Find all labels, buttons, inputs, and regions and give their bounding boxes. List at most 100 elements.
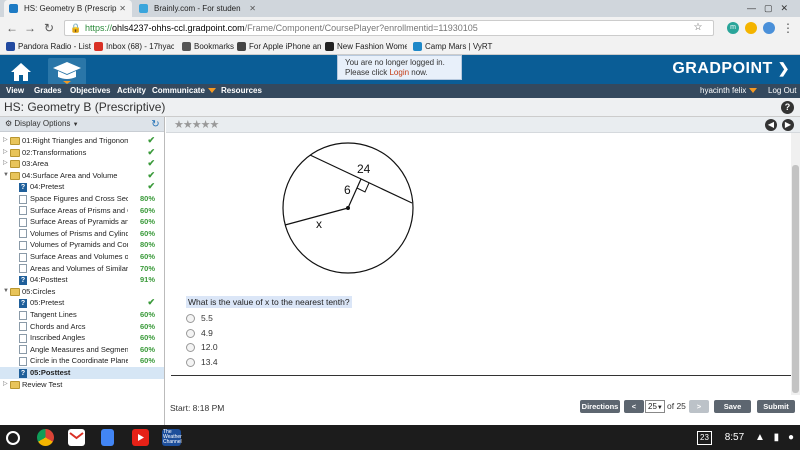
system-tray[interactable]: 23 8:57 ▲ ▮ ●: [697, 425, 794, 450]
directions-button[interactable]: Directions: [580, 400, 620, 413]
radio-button[interactable]: [186, 343, 195, 353]
question-text: What is the value of x to the nearest te…: [186, 296, 352, 308]
back-icon[interactable]: ←: [4, 20, 20, 36]
outline-lesson[interactable]: Surface Areas and Volumes of Spheres 60%: [0, 251, 164, 263]
home-icon[interactable]: [7, 60, 35, 84]
dropdown-arrow-icon: [207, 88, 216, 94]
answer-choice[interactable]: 5.5: [186, 312, 213, 324]
outline-lesson[interactable]: Space Figures and Cross Sections 80%: [0, 193, 164, 205]
score-badge: 60%: [139, 205, 155, 215]
outline-lesson[interactable]: Areas and Volumes of Similar Solids 70%: [0, 263, 164, 275]
outline-lesson[interactable]: Inscribed Angles 60%: [0, 332, 164, 344]
notification-badge[interactable]: 23: [697, 431, 712, 445]
close-tab-icon[interactable]: ✕: [249, 0, 256, 17]
chrome-icon[interactable]: [37, 429, 54, 446]
course-title: HS: Geometry B (Prescriptive): [4, 100, 166, 114]
menu-activity[interactable]: Activity: [117, 84, 146, 98]
bookmark-label: Inbox (68) - 17hyacin: [106, 42, 174, 51]
bookmark-fashion[interactable]: New Fashion Women: [325, 39, 407, 54]
menu-communicate[interactable]: Communicate: [152, 84, 216, 98]
answer-choice[interactable]: 13.4: [186, 356, 218, 368]
extension-m-icon[interactable]: m: [727, 22, 739, 34]
browser-tab-gradpoint[interactable]: HS: Geometry B (Prescrip ✕: [4, 0, 132, 17]
radio-button[interactable]: [186, 357, 195, 367]
submit-button[interactable]: Submit: [757, 400, 795, 413]
menu-view[interactable]: View: [6, 84, 24, 98]
login-link[interactable]: Login: [389, 68, 409, 77]
outline-unit[interactable]: ▼ 05:Circles: [0, 286, 164, 298]
url-input[interactable]: 🔒 https://ohls4237-ohhs-ccl.gradpoint.com…: [64, 20, 714, 36]
outline-lesson[interactable]: Circle in the Coordinate Plane 60%: [0, 355, 164, 367]
expand-arrow-icon[interactable]: ▷: [3, 158, 8, 170]
docs-icon[interactable]: [101, 429, 114, 446]
refresh-icon[interactable]: ↻: [150, 119, 161, 130]
content-scrollbar[interactable]: [791, 133, 800, 395]
extension-icon[interactable]: [745, 22, 757, 34]
star-bookmark-icon[interactable]: ☆: [690, 20, 706, 36]
outline-label: Inscribed Angles: [30, 333, 86, 343]
menu-dots-icon[interactable]: ⋮: [780, 20, 796, 36]
close-tab-icon[interactable]: ✕: [119, 0, 126, 17]
expand-arrow-icon[interactable]: ▷: [3, 147, 8, 159]
expand-arrow-icon[interactable]: ▷: [3, 135, 8, 147]
display-options-button[interactable]: ⚙ Display Options ▼: [5, 119, 79, 128]
save-button[interactable]: Save: [714, 400, 751, 413]
outline-unit[interactable]: ▼ 04:Surface Area and Volume ✔: [0, 170, 164, 182]
menu-grades[interactable]: Grades: [34, 84, 62, 98]
outline-toolbar: ⚙ Display Options ▼ ↻: [0, 117, 164, 132]
outline-unit[interactable]: ▷ Review Test: [0, 379, 164, 391]
weather-channel-icon[interactable]: The Weather Channel: [162, 429, 182, 446]
help-icon[interactable]: ?: [781, 101, 794, 114]
clock[interactable]: 8:57: [725, 432, 744, 443]
outline-lesson[interactable]: Volumes of Pyramids and Cones 80%: [0, 239, 164, 251]
bookmark-apple[interactable]: For Apple iPhone and: [237, 39, 321, 54]
reload-icon[interactable]: ↻: [41, 20, 57, 36]
outline-lesson[interactable]: Tangent Lines 60%: [0, 309, 164, 321]
outline-unit[interactable]: ▷ 02:Transformations ✔: [0, 147, 164, 159]
launcher-icon[interactable]: [6, 431, 20, 445]
outline-lesson[interactable]: Chords and Arcs 60%: [0, 321, 164, 333]
extension-icon[interactable]: [763, 22, 775, 34]
outline-lesson[interactable]: ? 04:Pretest ✔: [0, 181, 164, 193]
gmail-icon[interactable]: [68, 429, 85, 446]
scrollbar-thumb[interactable]: [792, 165, 799, 393]
bookmark-pandora[interactable]: Pandora Radio - Liste: [6, 39, 91, 54]
score-badge: 60%: [139, 252, 155, 261]
radio-button[interactable]: [186, 328, 195, 338]
youtube-icon[interactable]: [132, 429, 149, 446]
outline-lesson[interactable]: Volumes of Prisms and Cylinders 60%: [0, 228, 164, 240]
previous-page-button[interactable]: <: [624, 400, 644, 413]
outline-lesson[interactable]: Surface Areas of Prisms and Cylinders 60%: [0, 205, 164, 217]
answer-choice[interactable]: 12.0: [186, 341, 218, 353]
menu-resources[interactable]: Resources: [221, 84, 262, 98]
battery-icon: ▮: [773, 432, 780, 443]
outline-lesson[interactable]: ? 05:Pretest ✔: [0, 297, 164, 309]
bookmark-inbox[interactable]: Inbox (68) - 17hyacin: [94, 39, 174, 54]
outline-lesson[interactable]: Surface Areas of Pyramids and Cones 60%: [0, 216, 164, 228]
courses-button[interactable]: [48, 58, 86, 84]
bookmark-folder-bookmarks[interactable]: Bookmarks: [182, 39, 242, 54]
logout-link[interactable]: Log Out: [768, 84, 796, 98]
answer-choice[interactable]: 4.9: [186, 327, 213, 339]
outline-unit[interactable]: ▷ 03:Area ✔: [0, 158, 164, 170]
forward-icon[interactable]: →: [22, 20, 38, 36]
radio-button[interactable]: [186, 314, 195, 324]
expand-arrow-icon[interactable]: ▼: [3, 170, 9, 182]
outline-lesson[interactable]: ? 04:Posttest 91%: [0, 274, 164, 286]
outline-unit[interactable]: ▷ 01:Right Triangles and Trigonometry ✔: [0, 135, 164, 147]
page-select[interactable]: 25▼: [645, 400, 665, 413]
previous-item-icon[interactable]: ◀: [765, 119, 777, 131]
next-page-button[interactable]: >: [689, 400, 709, 413]
expand-arrow-icon[interactable]: ▷: [3, 379, 8, 391]
browser-tab-brainly[interactable]: Brainly.com - For studen ✕: [134, 0, 262, 17]
bookmark-camp-mars[interactable]: Camp Mars | VyRT: [413, 39, 503, 54]
outline-lesson[interactable]: Angle Measures and Segment Lengths 60%: [0, 344, 164, 356]
next-item-icon[interactable]: ▶: [782, 119, 794, 131]
window-controls[interactable]: —▢✕: [747, 0, 796, 17]
menu-objectives[interactable]: Objectives: [70, 84, 110, 98]
dropdown-arrow-icon: [749, 88, 758, 94]
user-menu[interactable]: hyacinth felix: [700, 84, 758, 98]
expand-arrow-icon[interactable]: ▼: [3, 286, 9, 298]
rating-stars[interactable]: ★★★★★: [174, 118, 219, 131]
outline-lesson[interactable]: ? 05:Posttest: [0, 367, 164, 379]
